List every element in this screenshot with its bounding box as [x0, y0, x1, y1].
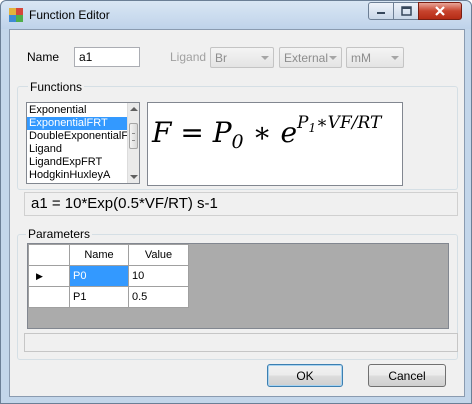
- list-item-selected[interactable]: ExponentialFRT: [27, 117, 139, 130]
- chevron-down-icon: [391, 56, 399, 60]
- maximize-icon: [400, 6, 412, 16]
- scroll-up-icon[interactable]: [130, 107, 138, 111]
- cell-value[interactable]: 10: [128, 265, 189, 287]
- list-scrollbar[interactable]: [127, 103, 139, 183]
- cell-name[interactable]: P1: [69, 286, 129, 308]
- expression-text: a1 = 10*Exp(0.5*VF/RT) s-1: [31, 195, 218, 212]
- parameters-grid[interactable]: Name Value ▶ P0 10 P1 0.5: [27, 243, 449, 329]
- status-strip: [24, 333, 458, 352]
- cell-value[interactable]: 0.5: [128, 286, 189, 308]
- title-bar[interactable]: Function Editor: [1, 1, 471, 29]
- formula-equation: F = P0 ∗ eP1∗VF/RT: [152, 113, 382, 153]
- list-item[interactable]: LigandExpFRT: [27, 156, 139, 169]
- functions-group-label: Functions: [28, 80, 85, 94]
- location-select-value: External: [284, 51, 329, 65]
- cancel-button[interactable]: Cancel: [368, 364, 446, 387]
- close-button[interactable]: [418, 2, 462, 20]
- window-title: Function Editor: [29, 8, 110, 22]
- row-header[interactable]: [28, 286, 70, 308]
- table-row: P1 0.5: [28, 286, 189, 308]
- unit-select-value: mM: [351, 51, 371, 65]
- current-row-arrow-icon: ▶: [36, 271, 43, 281]
- chevron-down-icon: [329, 56, 337, 60]
- list-item[interactable]: Exponential: [27, 104, 139, 117]
- ligand-select-value: Br: [215, 51, 227, 65]
- location-select[interactable]: External: [279, 47, 342, 68]
- function-editor-window: Function Editor Name a1 Ligand Br Extern…: [0, 0, 472, 404]
- expression-panel: a1 = 10*Exp(0.5*VF/RT) s-1: [24, 192, 458, 216]
- chevron-down-icon: [261, 56, 269, 60]
- unit-select[interactable]: mM: [346, 47, 404, 68]
- ligand-select[interactable]: Br: [210, 47, 274, 68]
- cell-name[interactable]: P0: [69, 265, 129, 287]
- scrollbar-thumb[interactable]: [129, 123, 138, 149]
- formula-display: F = P0 ∗ eP1∗VF/RT: [147, 102, 403, 186]
- column-header-name[interactable]: Name: [69, 244, 129, 266]
- ligand-label: Ligand: [170, 50, 207, 64]
- minimize-icon: [377, 12, 385, 14]
- dialog-body: Name a1 Ligand Br External mM Functions …: [9, 29, 465, 397]
- maximize-button[interactable]: [393, 2, 419, 20]
- close-icon: [435, 5, 445, 16]
- name-label: Name: [27, 50, 60, 64]
- list-item[interactable]: HodgkinHuxleyA: [27, 169, 139, 182]
- parameters-group-label: Parameters: [26, 227, 93, 241]
- name-input[interactable]: a1: [74, 47, 140, 67]
- list-item[interactable]: DoubleExponentialF: [27, 130, 139, 143]
- row-header-current[interactable]: ▶: [28, 265, 70, 287]
- app-icon: [9, 8, 23, 22]
- table-row: ▶ P0 10: [28, 265, 189, 287]
- scroll-down-icon[interactable]: [130, 175, 138, 179]
- grid-corner: [28, 244, 70, 266]
- functions-list[interactable]: Exponential ExponentialFRT DoubleExponen…: [26, 102, 140, 184]
- list-item[interactable]: Ligand: [27, 143, 139, 156]
- ok-button[interactable]: OK: [267, 364, 343, 387]
- minimize-button[interactable]: [368, 2, 394, 20]
- column-header-value[interactable]: Value: [128, 244, 189, 266]
